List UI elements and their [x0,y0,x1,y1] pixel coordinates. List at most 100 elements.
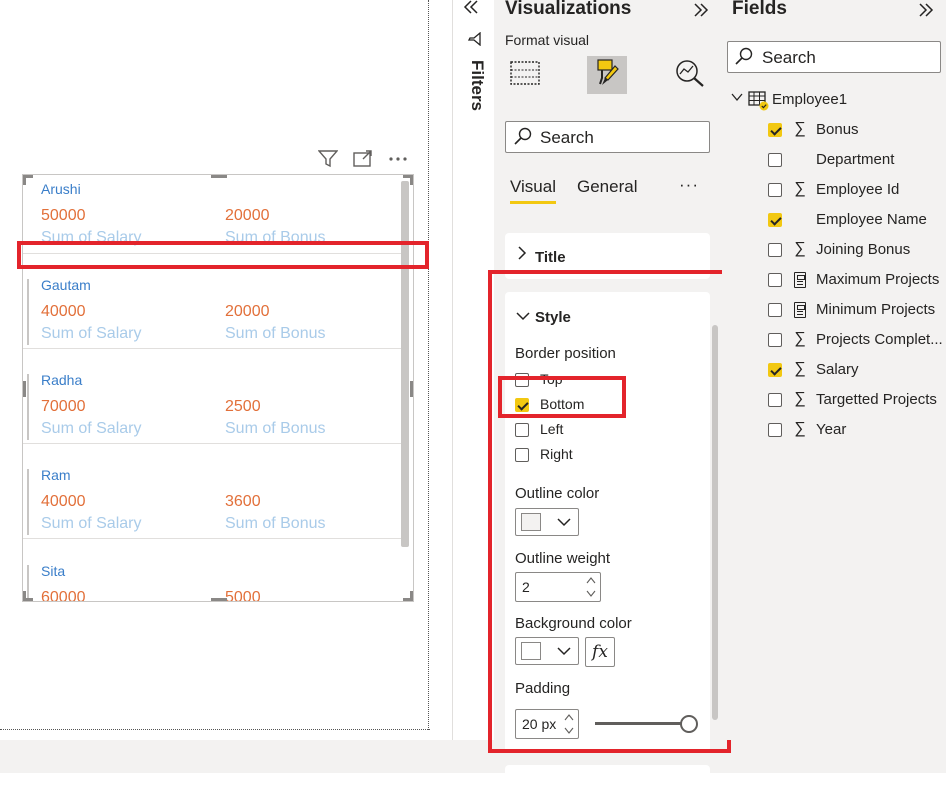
salary-label: Sum of Salary [41,325,142,342]
sigma-icon: ∑ [794,390,806,407]
resize-handle[interactable] [410,381,413,397]
filter-icon[interactable] [317,150,339,170]
table-grid-icon [509,59,541,92]
more-options-button[interactable]: ··· [679,175,699,195]
row-title: Ram [41,467,71,483]
resize-handle[interactable] [211,175,227,178]
bonus-value: 3600 [225,493,261,510]
row-title: Arushi [41,181,81,197]
field-name: Bonus [816,121,859,138]
next-section[interactable] [505,765,710,785]
field-checkbox[interactable] [768,213,782,227]
card-scrollbar[interactable] [401,181,409,547]
more-options-icon[interactable] [387,150,409,170]
pane-title: Visualizations [505,0,632,19]
search-placeholder: Search [762,48,816,67]
field-item-joining-bonus[interactable]: ∑ Joining Bonus [768,239,946,261]
format-visual-label: Format visual [505,32,590,48]
title-section-label[interactable]: Title [535,249,566,266]
active-tab-indicator [510,201,556,204]
filters-label[interactable]: Filters [461,60,487,120]
field-item-year[interactable]: ∑ Year [768,419,946,441]
calculator-icon [794,272,806,288]
page-tabs-bar [0,740,946,773]
bonus-value: 5000 [225,589,261,602]
field-name: Minimum Projects [816,301,936,318]
field-item-projects-completed[interactable]: ∑ Projects Complet... [768,329,946,351]
card-row: Sita 60000 5000 [27,557,399,602]
field-checkbox[interactable] [768,423,782,437]
row-separator [23,348,405,349]
table-name[interactable]: Employee1 [772,91,847,108]
field-item-employee-name[interactable]: Employee Name [768,209,946,231]
field-item-department[interactable]: Department [768,149,946,171]
bonus-label: Sum of Bonus [225,515,326,532]
sigma-icon: ∑ [794,420,806,437]
tab-general[interactable]: General [577,177,637,197]
card-row: Gautam 40000 20000 Sum of Salary Sum of … [27,271,399,366]
field-checkbox[interactable] [768,273,782,287]
search-icon [514,127,532,150]
salary-value: 50000 [41,207,86,224]
multi-row-card[interactable]: Arushi 50000 20000 Sum of Salary Sum of … [22,174,414,602]
resize-handle[interactable] [23,175,26,185]
resize-handle[interactable] [410,175,413,185]
filter-icon [467,31,481,50]
chevron-right-icon [517,246,527,264]
resize-handle[interactable] [23,591,26,601]
field-name: Year [816,421,847,438]
fields-search-input[interactable] [727,41,941,73]
field-item-targetted-projects[interactable]: ∑ Targetted Projects [768,389,946,411]
analytics-button[interactable] [670,56,710,94]
bonus-value: 20000 [225,303,270,320]
field-checkbox[interactable] [768,183,782,197]
resize-handle[interactable] [211,598,227,601]
row-border [27,279,29,345]
field-checkbox[interactable] [768,363,782,377]
salary-label: Sum of Salary [41,420,142,437]
salary-value: 40000 [41,303,86,320]
sigma-icon: ∑ [794,240,806,257]
focus-mode-icon[interactable] [352,150,374,170]
field-item-maximum-projects[interactable]: Maximum Projects [768,269,946,291]
sigma-icon: ∑ [794,120,806,137]
resize-handle[interactable] [23,381,26,397]
bonus-label: Sum of Bonus [225,325,326,342]
build-visual-button[interactable] [505,56,545,94]
highlight-box [17,241,429,269]
collapse-pane-icon[interactable] [693,0,709,22]
field-checkbox[interactable] [768,243,782,257]
sigma-icon: ∑ [794,330,806,347]
expand-filters-icon[interactable] [463,0,479,19]
field-name: Salary [816,361,859,378]
row-separator [23,443,405,444]
salary-value: 40000 [41,493,86,510]
field-item-employee-id[interactable]: ∑ Employee Id [768,179,946,201]
resize-handle[interactable] [410,591,413,601]
row-separator [23,538,405,539]
field-name: Joining Bonus [816,241,911,258]
tab-visual[interactable]: Visual [510,177,556,197]
table-icon [748,91,769,111]
salary-label: Sum of Salary [41,515,142,532]
field-checkbox[interactable] [768,153,782,167]
row-title: Gautam [41,277,91,293]
pane-title: Fields [732,0,787,19]
collapse-pane-icon[interactable] [918,0,934,22]
row-border [27,565,29,601]
field-item-salary[interactable]: ∑ Salary [768,359,946,381]
field-checkbox[interactable] [768,393,782,407]
field-checkbox[interactable] [768,123,782,137]
calculator-icon [794,302,806,318]
chevron-down-icon[interactable] [731,90,743,107]
format-visual-button[interactable] [587,56,627,94]
bonus-value: 20000 [225,207,270,224]
format-search-input[interactable] [505,121,710,153]
field-checkbox[interactable] [768,303,782,317]
field-item-minimum-projects[interactable]: Minimum Projects [768,299,946,321]
bonus-label: Sum of Bonus [225,420,326,437]
field-name: Department [816,151,895,168]
field-item-bonus[interactable]: ∑ Bonus [768,119,946,141]
row-title: Sita [41,563,66,579]
field-checkbox[interactable] [768,333,782,347]
